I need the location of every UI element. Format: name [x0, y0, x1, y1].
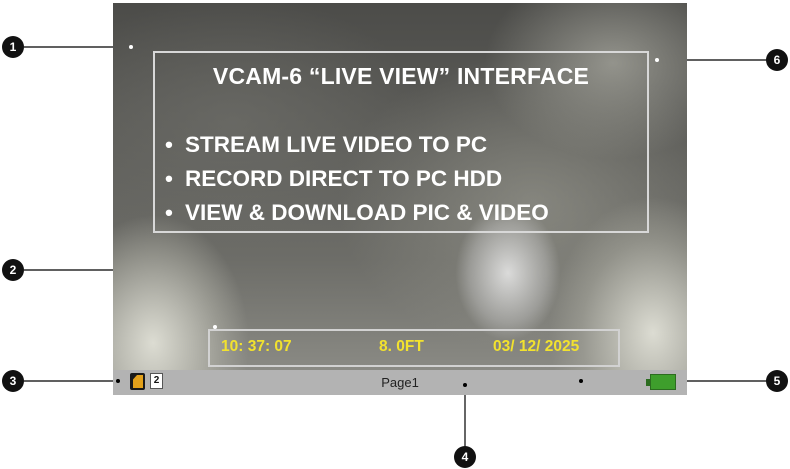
feature-list: • STREAM LIVE VIDEO TO PC • RECORD DIRECT …: [165, 128, 549, 230]
time-readout: 10: 37: 07: [221, 338, 292, 355]
callout-2-anchor: [213, 325, 217, 329]
callout-4: 4: [454, 446, 476, 468]
callout-6-anchor: [655, 58, 659, 62]
battery-icon: [650, 374, 676, 390]
overlay-title: VCAM-6 “LIVE VIEW” INTERFACE: [212, 63, 590, 89]
feature-item: • VIEW & DOWNLOAD PIC & VIDEO: [165, 200, 549, 225]
status-bar: 2 Page1: [113, 370, 687, 395]
callout-3: 3: [2, 370, 24, 392]
callout-4-anchor: [463, 383, 467, 387]
distance-readout: 8. 0FT: [379, 338, 424, 355]
callout-3-anchor: [116, 379, 120, 383]
callout-5-anchor: [579, 379, 583, 383]
date-readout: 03/ 12/ 2025: [493, 338, 580, 355]
page-label: Page1: [381, 375, 419, 390]
callout-6: 6: [766, 49, 788, 71]
live-camera-view: VCAM-6 “LIVE VIEW” INTERFACE • STREAM LIV…: [113, 3, 687, 370]
callout-5: 5: [766, 370, 788, 392]
callout-2: 2: [2, 259, 24, 281]
callout-1-anchor: [129, 45, 133, 49]
feature-item: • STREAM LIVE VIDEO TO PC: [165, 132, 488, 157]
callout-1: 1: [2, 36, 24, 58]
feature-item: • RECORD DIRECT TO PC HDD: [165, 166, 503, 191]
